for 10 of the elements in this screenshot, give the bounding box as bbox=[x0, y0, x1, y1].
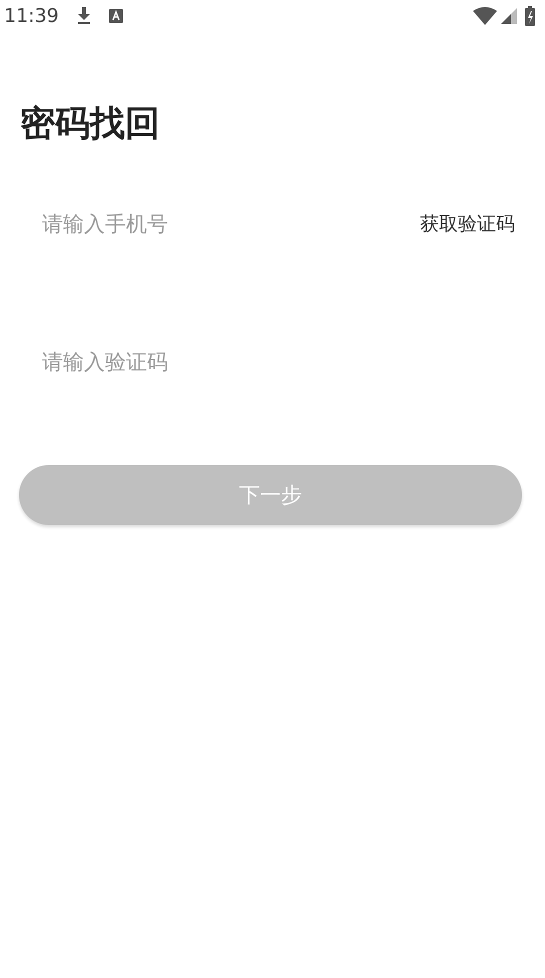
download-icon bbox=[76, 7, 91, 25]
battery-icon bbox=[525, 6, 535, 26]
page-title: 密码找回 bbox=[20, 103, 161, 146]
code-input-field[interactable]: 请输入验证码 bbox=[42, 350, 515, 374]
get-code-link[interactable]: 获取验证码 bbox=[420, 211, 515, 237]
app-notification-icon bbox=[108, 9, 123, 23]
phone-input-field[interactable]: 请输入手机号 bbox=[42, 212, 420, 236]
signal-icon bbox=[501, 8, 517, 24]
status-time: 11:39 bbox=[4, 5, 59, 27]
wifi-icon bbox=[473, 7, 497, 25]
